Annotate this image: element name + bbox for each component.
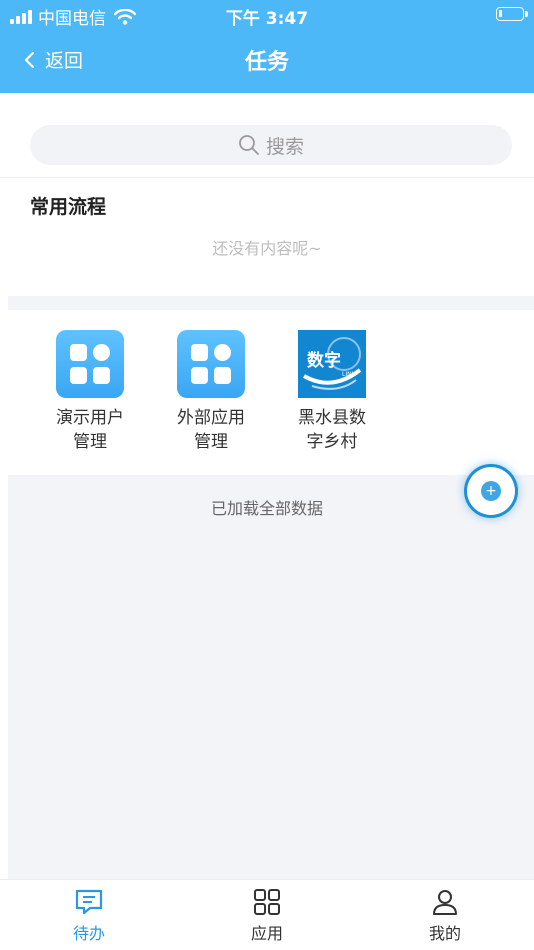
common-flows-title: 常用流程 <box>30 196 107 218</box>
app-name-line: 管理 <box>73 432 107 452</box>
app-name-line: 外部应用 <box>177 408 245 428</box>
search-input[interactable]: 搜索 <box>30 125 512 165</box>
section-separator <box>8 296 534 310</box>
logo-subtext: LINK <box>342 371 357 378</box>
app-item-heishui-digital-village[interactable]: 数字 LINK 黑水县数字乡村 <box>282 330 382 454</box>
search-placeholder: 搜索 <box>265 135 304 158</box>
nav-bar: 返回 任务 <box>0 30 534 93</box>
tab-label: 待办 <box>72 924 105 943</box>
grid-app-icon <box>56 330 124 398</box>
back-label: 返回 <box>45 50 84 72</box>
app-name-line: 管理 <box>194 432 228 452</box>
tab-todo[interactable]: 待办 <box>39 888 139 944</box>
app-name-line: 字乡村 <box>306 432 358 452</box>
tab-apps[interactable]: 应用 <box>217 888 317 944</box>
app-name-line: 演示用户 <box>56 408 124 428</box>
apps-grid-icon <box>254 889 280 915</box>
tab-label: 应用 <box>250 924 283 943</box>
divider <box>0 177 534 178</box>
app-item-external-app-management[interactable]: 外部应用 管理 <box>161 330 261 454</box>
tab-bar: 待办 应用 我的 <box>0 879 534 950</box>
back-button[interactable]: 返回 <box>24 46 83 73</box>
list-status-text: 已加载全部数据 <box>210 499 323 518</box>
tab-label: 我的 <box>428 924 461 943</box>
tab-me[interactable]: 我的 <box>395 888 495 944</box>
person-icon <box>433 890 457 915</box>
logo-text: 数字 <box>307 350 341 371</box>
grid-app-icon <box>177 330 245 398</box>
status-time: 下午 3:47 <box>225 9 309 29</box>
battery-icon <box>496 7 528 21</box>
globe-logo-graphic: 数字 LINK <box>298 330 366 398</box>
app-name-line: 黑水县数 <box>298 408 366 428</box>
floating-action-button[interactable]: + <box>467 467 515 515</box>
chevron-left-icon <box>24 51 35 68</box>
app-list: 演示用户管理 外部应用管理 数字 LINK 黑水县数字乡村 <box>0 310 534 475</box>
message-icon <box>75 889 103 915</box>
search-icon <box>239 135 259 155</box>
search-section: 搜索 <box>0 93 534 177</box>
empty-state-text: 还没有内容呢~ <box>212 239 322 258</box>
status-bar: 中国电信 下午 3:47 <box>0 0 534 30</box>
app-item-demo-user-management[interactable]: 演示用户 管理 <box>40 330 140 454</box>
plus-icon: + <box>481 481 501 501</box>
content-background <box>8 475 534 879</box>
digital-village-logo: 数字 LINK <box>298 330 366 398</box>
